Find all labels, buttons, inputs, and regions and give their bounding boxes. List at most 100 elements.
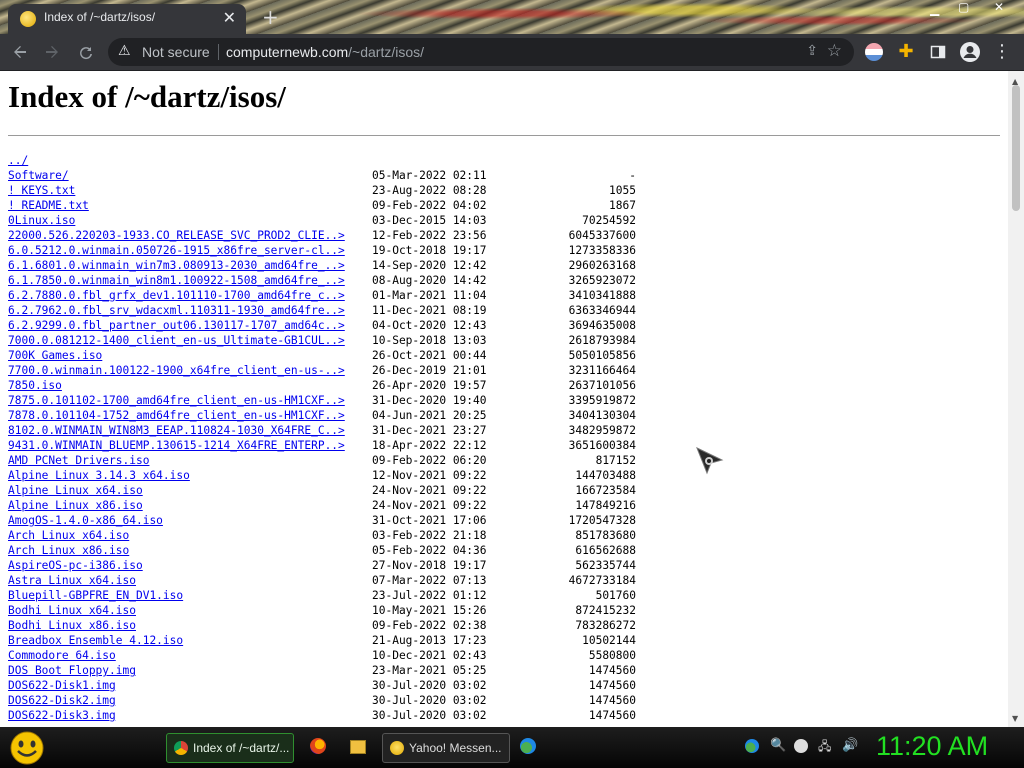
file-size: 1474560 [588,679,636,692]
file-link[interactable]: 6.2.7880.0.fbl_grfx_dev1.101110-1700_amd… [8,288,345,303]
taskbar-item-yahoo-messenger[interactable]: Yahoo! Messen... [382,733,510,763]
file-link[interactable]: 6.2.9299.0.fbl_partner_out06.130117-1707… [8,318,345,333]
scroll-down-icon[interactable]: ▼ [1012,714,1018,723]
scrollbar-thumb[interactable] [1012,85,1020,211]
share-icon[interactable]: ⇪ [806,43,818,59]
url-host: computernewb.com [226,44,349,60]
file-link[interactable]: Bluepill-GBPFRE_EN_DV1.iso [8,588,183,603]
new-tab-button[interactable]: + [262,5,279,29]
modified-date: 31-Dec-2021 23:27 [372,424,487,437]
forward-icon[interactable] [40,40,64,64]
warning-icon[interactable]: ⚠ [118,43,131,59]
maximize-icon[interactable]: ▢ [958,0,969,18]
file-size: 616562688 [575,544,636,557]
file-link[interactable]: Alpine Linux x64.iso [8,483,143,498]
file-link[interactable]: 7878.0.101104-1752_amd64fre_client_en-us… [8,408,345,423]
file-size: 783286272 [575,619,636,632]
file-link[interactable]: 6.0.5212.0.winmain.050726-1915_x86fre_se… [8,243,345,258]
modified-date: 30-Jul-2020 03:02 [372,709,487,722]
file-link[interactable]: DOS622-Disk3.img [8,708,116,723]
network-globe-icon[interactable] [520,738,536,754]
volume-icon[interactable]: 🔊 [842,739,858,753]
file-link[interactable]: ! README.txt [8,198,89,213]
modified-date: 23-Aug-2022 08:28 [372,184,487,197]
file-link[interactable]: 6.1.6801.0.winmain_win7m3.080913-2030_am… [8,258,345,273]
file-link[interactable]: Alpine Linux 3.14.3 x64.iso [8,468,190,483]
network-icon[interactable]: 🖧 [818,739,832,753]
file-link[interactable]: Bodhi Linux x64.iso [8,603,136,618]
modified-date: 05-Feb-2022 04:36 [372,544,487,557]
file-link[interactable]: Arch Linux x86.iso [8,543,129,558]
modified-date: 08-Aug-2020 14:42 [372,274,487,287]
file-link[interactable]: AmogOS-1.4.0-x86_64.iso [8,513,163,528]
modified-date: 10-May-2021 15:26 [372,604,487,617]
file-link[interactable]: Breadbox Ensemble 4.12.iso [8,633,183,648]
taskbar-clock[interactable]: 11:20 AM [876,731,988,762]
file-link[interactable]: AMD PCNet Drivers.iso [8,453,149,468]
file-link[interactable]: 7000.0.081212-1400_client_en-us_Ultimate… [8,333,345,348]
horizontal-rule [8,135,1000,136]
browser-tab[interactable]: Index of /~dartz/isos/ ✕ [8,4,246,34]
file-link[interactable]: 6.2.7962.0.fbl_srv_wdacxml.110311-1930_a… [8,303,345,318]
modified-date: 19-Oct-2018 19:17 [372,244,487,257]
file-link[interactable]: ../ [8,153,28,168]
file-link[interactable]: AspireOS-pc-i386.iso [8,558,143,573]
profile-avatar-icon[interactable] [958,40,982,64]
file-link[interactable]: Astra Linux x64.iso [8,573,136,588]
browser-toolbar: ⚠ Not secure computernewb.com/~dartz/iso… [0,34,1024,71]
bookmark-star-icon[interactable]: ☆ [827,41,842,61]
file-link[interactable]: DOS622-Disk1.img [8,678,116,693]
modified-date: 12-Feb-2022 23:56 [372,229,487,242]
file-link[interactable]: 0Linux.iso [8,213,75,228]
extension-flag-icon[interactable] [865,43,883,61]
file-link[interactable]: 700K Games.iso [8,348,102,363]
modified-date: 10-Sep-2018 13:03 [372,334,487,347]
vertical-scrollbar[interactable]: ▲ ▼ [1008,71,1024,727]
firefox-icon[interactable] [310,738,326,754]
tray-status-icon[interactable] [794,739,808,753]
reload-icon[interactable] [74,40,98,64]
file-link[interactable]: Software/ [8,168,69,183]
file-link[interactable]: 9431.0.WINMAIN_BLUEMP.130615-1214_X64FRE… [8,438,345,453]
back-icon[interactable] [8,40,32,64]
start-button-smiley-icon[interactable] [8,730,46,766]
file-size: 1474560 [588,709,636,722]
file-link[interactable]: 7700.0.winmain.100122-1900_x64fre_client… [8,363,345,378]
folder-icon[interactable] [350,740,366,754]
taskbar-item-chrome[interactable]: Index of /~dartz/... [166,733,294,763]
tab-close-icon[interactable]: ✕ [223,9,236,27]
security-label[interactable]: Not secure [142,44,210,60]
file-link[interactable]: 7850.iso [8,378,62,393]
extensions-puzzle-icon[interactable]: ✚ [894,40,918,64]
file-link[interactable]: ! KEYS.txt [8,183,75,198]
address-bar[interactable]: ⚠ Not secure computernewb.com/~dartz/iso… [108,38,854,66]
file-link[interactable]: Bodhi Linux x86.iso [8,618,136,633]
modified-date: 04-Jun-2021 20:25 [372,409,487,422]
file-link[interactable]: 7875.0.101102-1700_amd64fre_client_en-us… [8,393,345,408]
file-link[interactable]: DOS622-Disk2.img [8,693,116,708]
file-link[interactable]: 6.1.7850.0.winmain_win8m1.100922-1508_am… [8,273,345,288]
page-content: Index of /~dartz/isos/ ../Software/05-Ma… [0,71,1008,727]
page-title: Index of /~dartz/isos/ [8,79,286,114]
file-link[interactable]: Alpine Linux x86.iso [8,498,143,513]
file-size: 2960263168 [568,259,636,272]
close-window-icon[interactable]: ✕ [994,0,1004,18]
modified-date: 23-Mar-2021 05:25 [372,664,487,677]
menu-kebab-icon[interactable]: ⋮ [990,40,1014,64]
file-link[interactable]: Commodore 64.iso [8,648,116,663]
file-size: 3651600384 [568,439,636,452]
file-link[interactable]: Arch Linux x64.iso [8,528,129,543]
file-link[interactable]: DOS Boot Floppy.img [8,663,136,678]
file-size: 6045337600 [568,229,636,242]
tray-globe-icon[interactable] [745,739,759,753]
modified-date: 27-Nov-2018 19:17 [372,559,487,572]
search-icon[interactable]: 🔍 [770,739,786,753]
modified-date: 09-Feb-2022 06:20 [372,454,487,467]
file-link[interactable]: 22000.526.220203-1933.CO_RELEASE_SVC_PRO… [8,228,345,243]
url-text[interactable]: computernewb.com/~dartz/isos/ [226,44,424,60]
side-panel-icon[interactable] [926,40,950,64]
file-link[interactable]: 8102.0.WINMAIN_WIN8M3_EEAP.110824-1030_X… [8,423,345,438]
minimize-icon[interactable]: ▁ [930,2,939,20]
file-size: 147849216 [575,499,636,512]
file-size: 3694635008 [568,319,636,332]
